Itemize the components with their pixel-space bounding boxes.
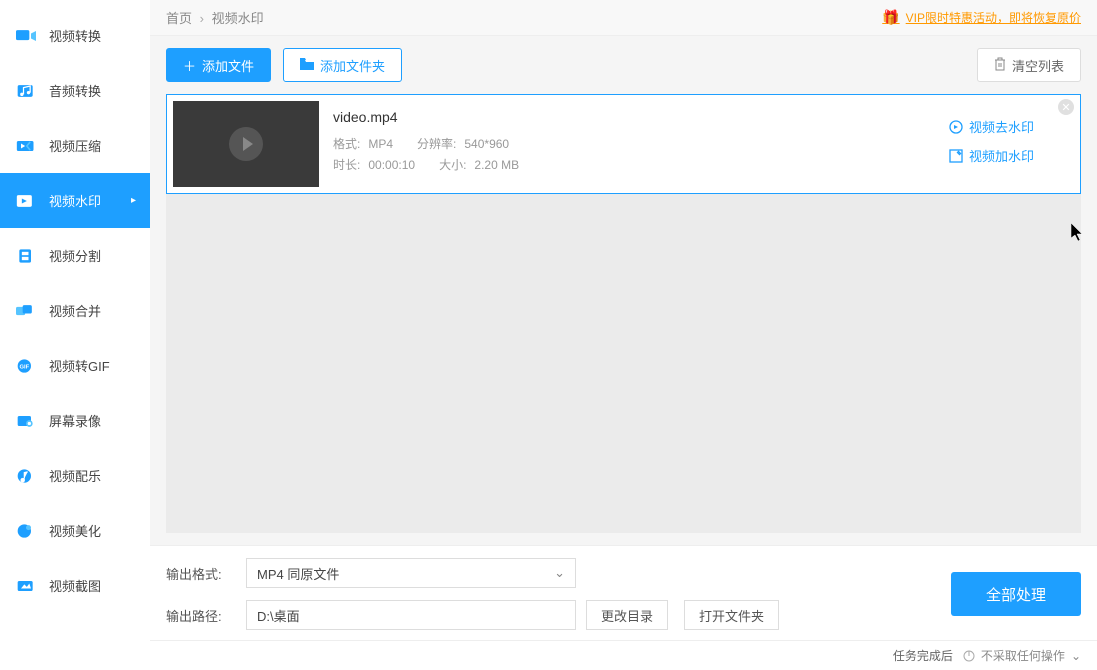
remove-item-button[interactable]: ✕ xyxy=(1058,99,1074,115)
file-meta: video.mp4 格式:MP4 分辨率:540*960 时长:00:00:10… xyxy=(319,101,949,181)
caret-right-icon: ▸ xyxy=(131,195,136,206)
audio-convert-icon xyxy=(15,82,37,100)
main-panel: 首页 › 视频水印 🎁 VIP限时特惠活动，即将恢复原价 ＋ 添加文件 添加文件… xyxy=(150,0,1097,670)
chevron-down-icon: ⌄ xyxy=(1071,649,1081,663)
svg-text:GIF: GIF xyxy=(19,364,29,370)
sidebar-item-video-screenshot[interactable]: 视频截图 xyxy=(0,558,150,613)
sidebar-item-video-compress[interactable]: 视频压缩 xyxy=(0,118,150,173)
output-path-input[interactable]: D:\桌面 xyxy=(246,600,576,630)
split-icon xyxy=(15,247,37,265)
sidebar-label: 视频合并 xyxy=(49,301,101,320)
add-folder-button[interactable]: 添加文件夹 xyxy=(283,48,402,82)
sidebar-item-watermark[interactable]: 视频水印 ▸ xyxy=(0,173,150,228)
sidebar-item-video-music[interactable]: 视频配乐 xyxy=(0,448,150,503)
sidebar-label: 屏幕录像 xyxy=(49,411,101,430)
sidebar-label: 视频转换 xyxy=(49,26,101,45)
sidebar-item-video-gif[interactable]: GIF 视频转GIF xyxy=(0,338,150,393)
file-item-row[interactable]: video.mp4 格式:MP4 分辨率:540*960 时长:00:00:10… xyxy=(166,94,1081,194)
chevron-down-icon: ⌄ xyxy=(554,565,565,581)
sidebar-label: 视频水印 xyxy=(49,191,101,210)
remove-watermark-link[interactable]: 视频去水印 xyxy=(949,117,1034,136)
folder-icon xyxy=(300,58,314,73)
chevron-right-icon: › xyxy=(200,11,204,26)
plus-icon: ＋ xyxy=(183,56,196,75)
file-title: video.mp4 xyxy=(333,109,935,125)
video-compress-icon xyxy=(15,137,37,155)
task-complete-label: 任务完成后 xyxy=(893,647,953,664)
video-convert-icon xyxy=(15,27,37,45)
sidebar-label: 视频截图 xyxy=(49,576,101,595)
breadcrumb-home[interactable]: 首页 xyxy=(166,11,192,26)
sidebar-item-video-merge[interactable]: 视频合并 xyxy=(0,283,150,338)
file-actions: 视频去水印 视频加水印 xyxy=(949,101,1074,165)
remove-wm-icon xyxy=(949,120,963,134)
task-complete-action-select[interactable]: 不采取任何操作 ⌄ xyxy=(963,647,1081,664)
vip-promo-link[interactable]: 🎁 VIP限时特惠活动，即将恢复原价 xyxy=(882,9,1081,26)
add-watermark-link[interactable]: 视频加水印 xyxy=(949,146,1034,165)
toolbar: ＋ 添加文件 添加文件夹 清空列表 xyxy=(150,36,1097,94)
sidebar-label: 视频压缩 xyxy=(49,136,101,155)
process-all-button[interactable]: 全部处理 xyxy=(951,572,1081,616)
beautify-icon xyxy=(15,522,37,540)
status-bar: 任务完成后 不采取任何操作 ⌄ xyxy=(150,640,1097,670)
sidebar-label: 音频转换 xyxy=(49,81,101,100)
merge-icon xyxy=(15,302,37,320)
record-icon xyxy=(15,412,37,430)
clear-list-button[interactable]: 清空列表 xyxy=(977,48,1081,82)
open-folder-button[interactable]: 打开文件夹 xyxy=(684,600,779,630)
breadcrumb: 首页 › 视频水印 xyxy=(166,8,264,27)
add-file-button[interactable]: ＋ 添加文件 xyxy=(166,48,271,82)
sidebar-item-screen-record[interactable]: 屏幕录像 xyxy=(0,393,150,448)
output-settings: 输出格式: MP4 同原文件 ⌄ 全部处理 输出路径: D:\桌面 更改目录 打… xyxy=(150,545,1097,640)
watermark-icon xyxy=(15,192,37,210)
cursor-icon xyxy=(1071,223,1087,243)
power-icon xyxy=(963,650,975,662)
sidebar-label: 视频分割 xyxy=(49,246,101,265)
sidebar-item-video-split[interactable]: 视频分割 xyxy=(0,228,150,283)
sidebar-label: 视频配乐 xyxy=(49,466,101,485)
file-list-area: video.mp4 格式:MP4 分辨率:540*960 时长:00:00:10… xyxy=(166,94,1081,533)
sidebar-item-audio-convert[interactable]: 音频转换 xyxy=(0,63,150,118)
output-format-label: 输出格式: xyxy=(166,564,236,583)
screenshot-icon xyxy=(15,577,37,595)
sidebar-label: 视频转GIF xyxy=(49,356,110,375)
output-format-select[interactable]: MP4 同原文件 ⌄ xyxy=(246,558,576,588)
change-dir-button[interactable]: 更改目录 xyxy=(586,600,668,630)
add-wm-icon xyxy=(949,149,963,163)
gift-icon: 🎁 xyxy=(882,9,899,26)
sidebar-item-video-beautify[interactable]: 视频美化 xyxy=(0,503,150,558)
sidebar-label: 视频美化 xyxy=(49,521,101,540)
sidebar: 视频转换 音频转换 视频压缩 视频水印 ▸ 视频分割 视频合并 GIF 视频转G… xyxy=(0,0,150,670)
breadcrumb-current: 视频水印 xyxy=(212,11,264,26)
video-thumbnail[interactable] xyxy=(173,101,319,187)
header: 首页 › 视频水印 🎁 VIP限时特惠活动，即将恢复原价 xyxy=(150,0,1097,36)
play-icon xyxy=(229,127,263,161)
music-icon xyxy=(15,467,37,485)
gif-icon: GIF xyxy=(15,357,37,375)
trash-icon xyxy=(994,57,1006,74)
output-path-label: 输出路径: xyxy=(166,606,236,625)
sidebar-item-video-convert[interactable]: 视频转换 xyxy=(0,8,150,63)
